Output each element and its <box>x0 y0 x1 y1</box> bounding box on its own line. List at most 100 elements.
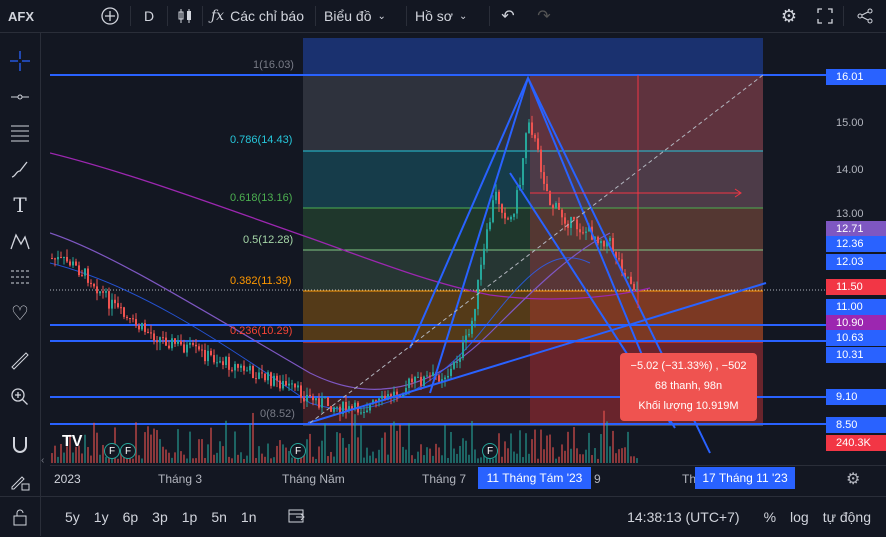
chevron-down-icon: ⌄ <box>377 10 386 22</box>
volume-bar <box>630 456 632 463</box>
candle-body <box>255 378 257 380</box>
candle-body <box>192 343 194 345</box>
candle-body <box>531 122 533 135</box>
volume-bar <box>582 454 584 463</box>
volume-bar <box>225 420 227 463</box>
range-button[interactable]: 6p <box>116 509 146 525</box>
date-range-button[interactable] <box>281 508 313 527</box>
volume-bar <box>552 447 554 463</box>
volume-bar <box>543 449 545 463</box>
text-tool[interactable]: T <box>6 191 34 219</box>
pattern-tool[interactable] <box>6 227 34 255</box>
earnings-marker[interactable]: F <box>120 443 136 459</box>
time-label: Th <box>682 472 697 486</box>
interval-button[interactable]: D <box>131 0 167 32</box>
candle-body <box>219 361 221 363</box>
profile-menu-button[interactable]: Hồ sơ ⌄ <box>407 0 489 32</box>
volume-bar <box>252 412 254 463</box>
candle-body <box>177 341 179 344</box>
earnings-marker[interactable]: F <box>104 443 120 459</box>
candles-icon <box>178 9 191 23</box>
percent-toggle[interactable]: % <box>757 509 783 525</box>
crosshair-tool[interactable] <box>6 47 34 75</box>
share-button[interactable] <box>844 0 886 32</box>
prediction-tool[interactable] <box>6 263 34 291</box>
volume-bar <box>345 447 347 463</box>
volume-bar <box>231 458 233 463</box>
collapse-toolbar-handle[interactable]: ‹ <box>41 455 49 471</box>
redo-button[interactable]: ↷ <box>526 0 562 32</box>
earnings-marker[interactable]: F <box>290 443 306 459</box>
volume-bar <box>636 458 638 463</box>
chart-type-button[interactable] <box>168 0 202 32</box>
volume-bar <box>183 454 185 463</box>
volume-bar <box>174 452 176 463</box>
symbol-label: AFX <box>8 8 34 24</box>
candle-body <box>252 365 254 379</box>
candle-body <box>291 383 293 385</box>
candle-body <box>210 350 212 356</box>
volume-bar <box>501 456 503 463</box>
volume-bar <box>408 423 410 463</box>
candle-body <box>285 381 287 386</box>
candle-body <box>120 307 122 309</box>
price-label: 9.10 <box>826 389 886 405</box>
candle-body <box>558 202 560 210</box>
volume-bar <box>561 444 563 463</box>
symbol-search[interactable]: AFX <box>0 0 90 32</box>
heart-icon: ♡ <box>11 302 29 325</box>
candle-body <box>582 232 584 234</box>
measure-tool[interactable] <box>6 347 34 375</box>
range-button[interactable]: 5y <box>58 509 87 525</box>
candle-body <box>396 391 398 395</box>
candle-body <box>498 191 500 205</box>
undo-button[interactable]: ↶ <box>490 0 526 32</box>
indicators-button[interactable]: ƒx Các chỉ báo <box>203 0 315 32</box>
favorites-tool[interactable]: ♡ <box>6 299 34 327</box>
brush-tool[interactable] <box>6 155 34 183</box>
candle-body <box>324 397 326 399</box>
time-axis[interactable]: 2023 Tháng 3 Tháng Năm Tháng 7 9 Th 11 T… <box>50 465 886 492</box>
clock-display[interactable]: 14:38:13 (UTC+7) <box>620 509 746 525</box>
settings-icon[interactable]: ⚙ <box>846 469 860 489</box>
range-button[interactable]: 1p <box>175 509 205 525</box>
candle-body <box>564 217 566 224</box>
candle-body <box>78 265 80 276</box>
trendline-tool[interactable] <box>6 83 34 111</box>
candle-body <box>273 375 275 386</box>
range-button[interactable]: 1y <box>87 509 116 525</box>
candle-body <box>114 299 116 304</box>
volume-bar <box>342 437 344 463</box>
candle-body <box>456 361 458 363</box>
candle-body <box>117 303 119 308</box>
zoom-tool[interactable] <box>6 383 34 411</box>
pencil-lock-icon <box>11 476 30 491</box>
candle-body <box>216 362 218 364</box>
candle-body <box>75 261 77 266</box>
magnet-tool[interactable] <box>6 431 34 459</box>
volume-bar <box>198 439 200 463</box>
range-button[interactable]: 1n <box>234 509 264 525</box>
auto-toggle[interactable]: tự động <box>816 509 878 525</box>
candle-body <box>156 340 158 343</box>
candle-body <box>54 258 56 260</box>
chart-pane[interactable]: TV 1(16.03) 0.786(14.43) 0.618(13.16) 0.… <box>50 33 826 465</box>
price-axis[interactable]: 15.00 14.00 13.00 16.01 12.71 12.36 12.03 11… <box>826 33 886 465</box>
earnings-marker[interactable]: F <box>482 443 498 459</box>
chart-menu-button[interactable]: Biểu đồ ⌄ <box>316 0 406 32</box>
volume-bar <box>276 445 278 463</box>
range-button[interactable]: 5n <box>204 509 234 525</box>
candle-body <box>276 375 278 381</box>
calendar-range-icon <box>288 509 306 522</box>
log-toggle[interactable]: log <box>783 509 816 525</box>
add-symbol-button[interactable] <box>90 0 130 32</box>
candle-body <box>303 397 305 402</box>
settings-button[interactable]: ⚙ <box>771 0 807 32</box>
candle-body <box>459 357 461 362</box>
stay-drawing-tool[interactable] <box>6 467 34 495</box>
range-button[interactable]: 3p <box>145 509 175 525</box>
fullscreen-button[interactable] <box>807 0 843 32</box>
fib-tool[interactable] <box>6 119 34 147</box>
volume-bar <box>600 434 602 463</box>
candle-body <box>411 378 413 383</box>
